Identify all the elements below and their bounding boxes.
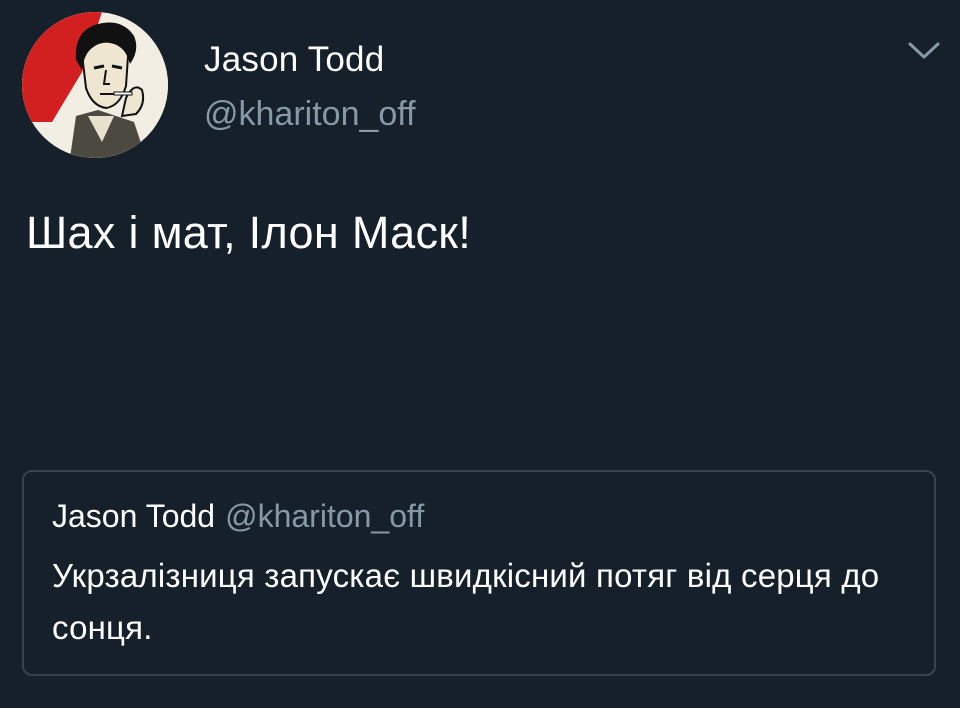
tweet-author[interactable]: Jason Todd @khariton_off bbox=[204, 40, 416, 134]
quoted-tweet-header: Jason Todd @khariton_off bbox=[52, 496, 424, 543]
display-name[interactable]: Jason Todd bbox=[204, 40, 416, 80]
tweet-menu-button[interactable] bbox=[906, 40, 942, 62]
quoted-user-handle: @khariton_off bbox=[225, 498, 425, 534]
quoted-tweet-text: Укрзалізниця запускає швидкісний потяг в… bbox=[52, 557, 880, 646]
avatar-illustration-icon bbox=[22, 12, 168, 158]
tweet-text: Шах і мат, Ілон Маск! bbox=[26, 207, 472, 258]
quoted-display-name: Jason Todd bbox=[52, 498, 216, 534]
avatar[interactable] bbox=[22, 12, 168, 158]
chevron-down-icon bbox=[908, 42, 940, 59]
tweet-card: Jason Todd @khariton_off Шах і мат, Ілон… bbox=[0, 0, 960, 708]
quoted-tweet[interactable]: Jason Todd @khariton_off Укрзалізниця зап… bbox=[22, 470, 936, 676]
user-handle[interactable]: @khariton_off bbox=[204, 94, 416, 134]
